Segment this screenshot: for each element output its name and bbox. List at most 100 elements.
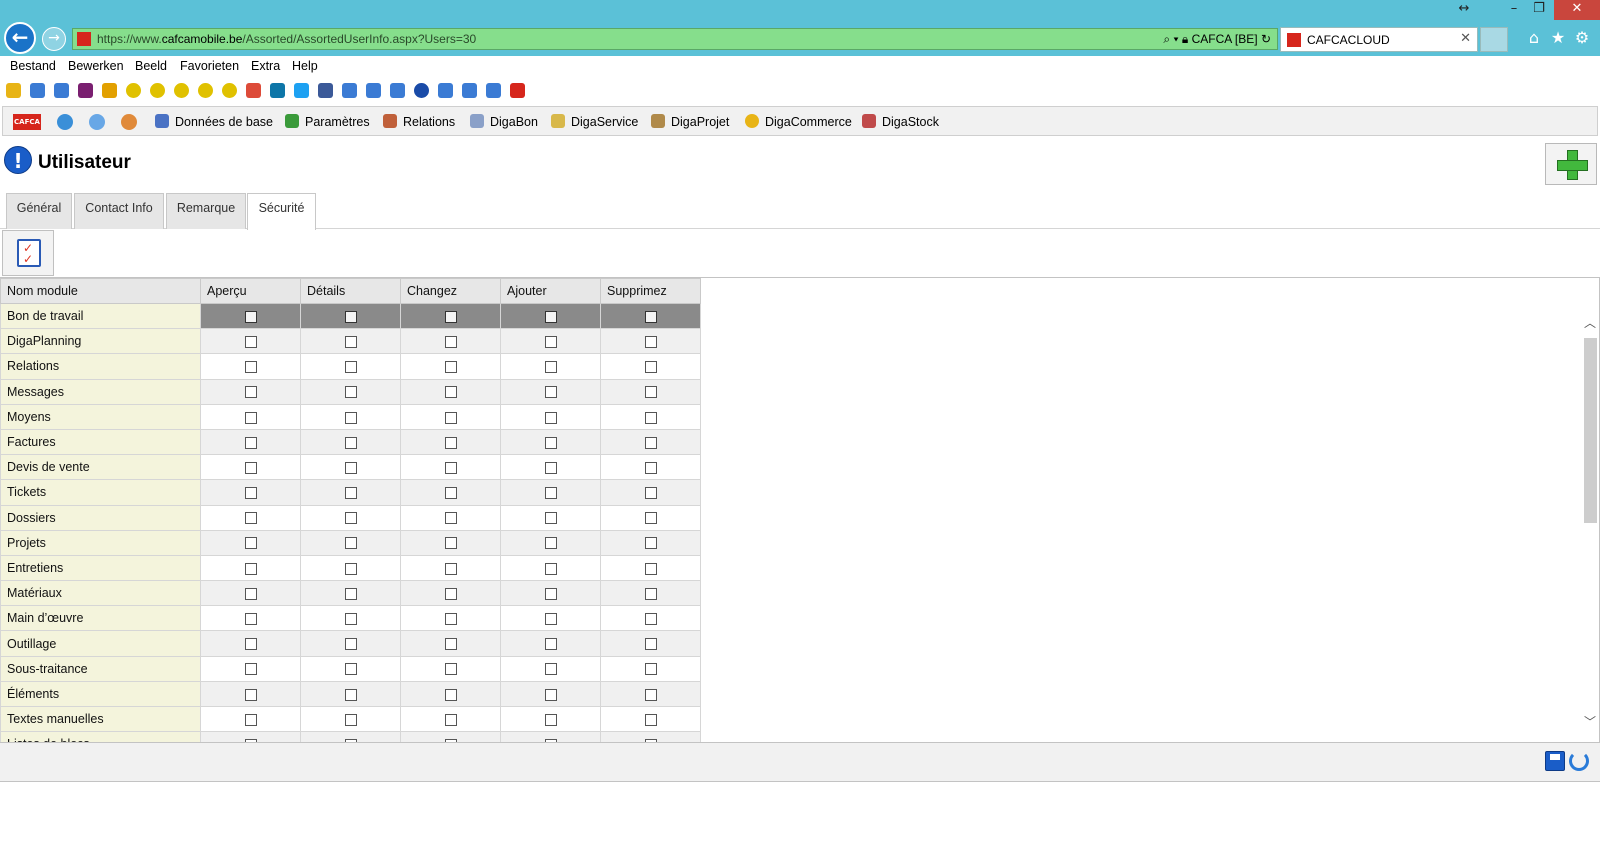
table-row[interactable]: DigaPlanning [0, 328, 701, 355]
menu-bewerken[interactable]: Bewerken [68, 59, 124, 73]
permission-checkbox[interactable] [644, 512, 657, 525]
permission-checkbox[interactable] [444, 663, 457, 676]
permission-checkbox[interactable] [444, 512, 457, 525]
permission-checkbox[interactable] [644, 587, 657, 600]
permission-checkbox[interactable] [644, 461, 657, 474]
back-button[interactable]: ← [4, 22, 36, 54]
permission-checkbox[interactable] [444, 361, 457, 374]
toolbar-digaprojet[interactable]: DigaProjet [651, 114, 729, 130]
ie-link-icon[interactable] [438, 83, 453, 98]
permission-checkbox[interactable] [544, 613, 557, 626]
permission-checkbox[interactable] [244, 562, 257, 575]
tab-general[interactable]: Général [6, 193, 72, 229]
table-row[interactable]: Outillage [0, 630, 701, 657]
browser-tab[interactable]: CAFCACLOUD ✕ [1280, 27, 1478, 52]
flag-link-icon[interactable] [102, 83, 117, 98]
linkedin-icon[interactable] [270, 83, 285, 98]
table-row[interactable]: Sous-traitance [0, 655, 701, 682]
toolbar-digabon[interactable]: DigaBon [470, 114, 538, 130]
close-window-button[interactable]: ✕ [1554, 0, 1600, 20]
permission-checkbox[interactable] [644, 537, 657, 550]
minimize-button[interactable]: – [1500, 0, 1528, 20]
scrollbar-thumb[interactable] [1584, 338, 1597, 523]
yellow-link-icon[interactable] [126, 83, 141, 98]
permission-checkbox[interactable] [444, 587, 457, 600]
permission-checkbox[interactable] [244, 361, 257, 374]
table-row[interactable]: Tickets [0, 479, 701, 506]
forward-button[interactable]: → [42, 27, 66, 51]
settings-gear-icon[interactable]: ⚙ [1572, 28, 1592, 48]
permission-checkbox[interactable] [444, 310, 457, 323]
table-row[interactable]: Textes manuelles [0, 705, 701, 733]
permission-checkbox[interactable] [544, 361, 557, 374]
ie-link-icon[interactable] [30, 83, 45, 98]
menu-bestand[interactable]: Bestand [10, 59, 56, 73]
permission-checkbox[interactable] [244, 461, 257, 474]
permission-checkbox[interactable] [344, 688, 357, 701]
sync-icon[interactable] [89, 114, 105, 130]
yellow-link-icon[interactable] [150, 83, 165, 98]
search-icon[interactable]: ⌕ [1163, 32, 1170, 46]
save-icon[interactable] [1545, 751, 1565, 771]
ie-link-icon[interactable] [366, 83, 381, 98]
permission-checkbox[interactable] [344, 613, 357, 626]
permission-checkbox[interactable] [344, 537, 357, 550]
home-icon[interactable]: ⌂ [1524, 28, 1544, 48]
permission-checkbox[interactable] [644, 310, 657, 323]
table-row[interactable]: Entretiens [0, 554, 701, 582]
favorites-star-icon[interactable]: ★ [1548, 28, 1568, 48]
dropdown-icon[interactable]: ▾ [1173, 32, 1178, 46]
table-row[interactable]: Relations [0, 353, 701, 380]
table-row[interactable]: Éléments [0, 680, 701, 708]
permission-checkbox[interactable] [244, 688, 257, 701]
permission-checkbox[interactable] [244, 386, 257, 399]
permission-checkbox[interactable] [444, 461, 457, 474]
permission-checkbox[interactable] [444, 335, 457, 348]
permission-checkbox[interactable] [244, 663, 257, 676]
permission-checkbox[interactable] [544, 512, 557, 525]
permission-checkbox[interactable] [544, 386, 557, 399]
permission-checkbox[interactable] [644, 613, 657, 626]
permission-checkbox[interactable] [244, 436, 257, 449]
permission-checkbox[interactable] [344, 562, 357, 575]
ie-link-icon[interactable] [486, 83, 501, 98]
scroll-up-icon[interactable]: ︿ [1583, 314, 1597, 330]
ie-link-icon[interactable] [342, 83, 357, 98]
permission-checkbox[interactable] [644, 713, 657, 726]
table-row[interactable]: Projets [0, 529, 701, 556]
table-row[interactable]: Factures [0, 428, 701, 456]
refresh-icon[interactable] [1569, 751, 1589, 771]
user-icon[interactable] [121, 114, 137, 130]
permission-checkbox[interactable] [244, 587, 257, 600]
permission-checkbox[interactable] [444, 638, 457, 651]
globe-icon[interactable] [414, 83, 429, 98]
permission-checkbox[interactable] [244, 537, 257, 550]
permission-checkbox[interactable] [444, 613, 457, 626]
h-link-icon[interactable] [78, 83, 93, 98]
permission-checkbox[interactable] [544, 688, 557, 701]
table-row[interactable]: Messages [0, 378, 701, 405]
permission-checkbox[interactable] [644, 562, 657, 575]
globe-icon[interactable] [57, 114, 73, 130]
permission-checkbox[interactable] [244, 713, 257, 726]
permission-checkbox[interactable] [344, 713, 357, 726]
yellow-link-icon[interactable] [174, 83, 189, 98]
permission-checkbox[interactable] [644, 487, 657, 500]
permission-checkbox[interactable] [444, 436, 457, 449]
toolbar-donnees-de-base[interactable]: Données de base [155, 114, 273, 130]
permission-checkbox[interactable] [344, 587, 357, 600]
permission-checkbox[interactable] [644, 436, 657, 449]
table-row[interactable]: Listes de blocs [0, 731, 701, 742]
permission-checkbox[interactable] [444, 386, 457, 399]
permission-checkbox[interactable] [544, 487, 557, 500]
permission-checkbox[interactable] [644, 335, 657, 348]
ie-link-icon[interactable] [390, 83, 405, 98]
google-plus-icon[interactable] [246, 83, 261, 98]
permission-checkbox[interactable] [444, 688, 457, 701]
permission-checkbox[interactable] [444, 487, 457, 500]
permission-checkbox[interactable] [544, 436, 557, 449]
permission-checkbox[interactable] [344, 386, 357, 399]
permission-checkbox[interactable] [244, 335, 257, 348]
menu-beeld[interactable]: Beeld [135, 59, 167, 73]
table-row[interactable]: Devis de vente [0, 454, 701, 481]
